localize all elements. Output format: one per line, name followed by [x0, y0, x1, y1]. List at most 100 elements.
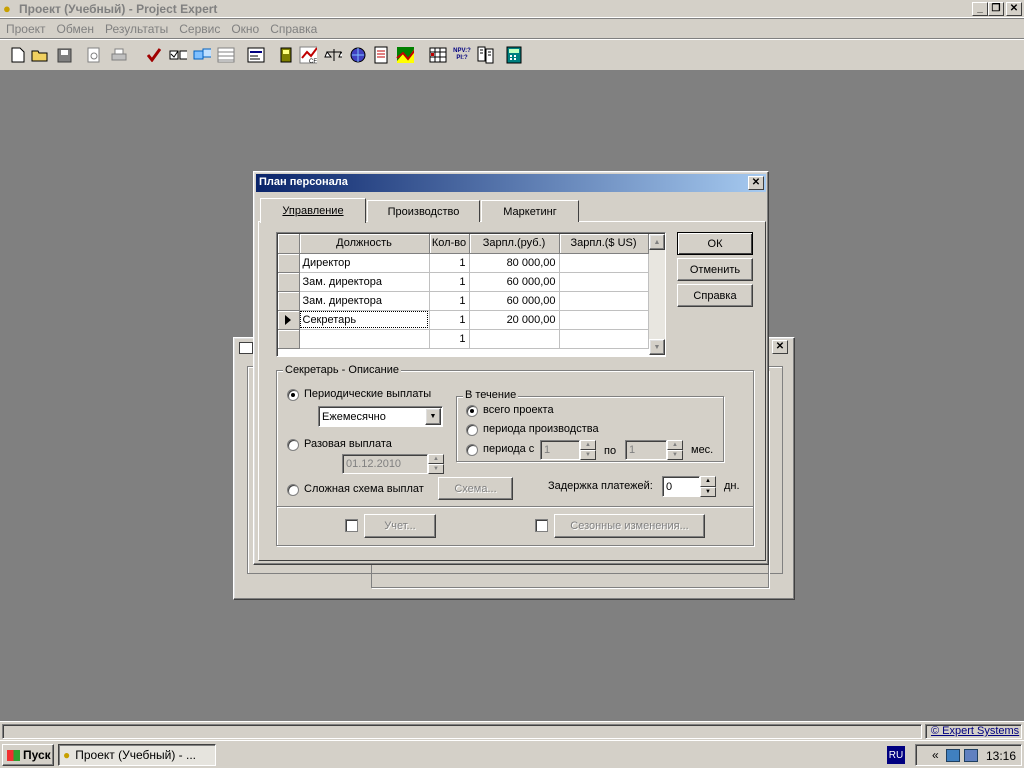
- table-row[interactable]: Директор 1 80 000,00: [278, 253, 649, 273]
- period-select[interactable]: Ежемесячно ▼: [318, 406, 443, 427]
- spin-up-icon[interactable]: ▲: [580, 440, 596, 450]
- tab-marketing[interactable]: Маркетинг: [481, 200, 579, 222]
- cell-position[interactable]: [299, 329, 430, 349]
- cell-salary-usd[interactable]: [559, 272, 649, 292]
- menu-results[interactable]: Результаты: [105, 22, 168, 36]
- start-button[interactable]: Пуск: [2, 744, 54, 766]
- minimize-button[interactable]: _: [972, 2, 988, 16]
- menu-exchange[interactable]: Обмен: [57, 22, 95, 36]
- seasonal-changes-button[interactable]: Сезонные изменения...: [554, 514, 705, 538]
- one-time-payment-label[interactable]: Разовая выплата: [304, 438, 392, 450]
- one-time-payment-radio[interactable]: [287, 439, 299, 451]
- menu-help[interactable]: Справка: [270, 22, 317, 36]
- menu-window[interactable]: Окно: [231, 22, 259, 36]
- menu-service[interactable]: Сервис: [179, 22, 220, 36]
- table-row-selected[interactable]: Секретарь 1 20 000,00: [278, 310, 649, 330]
- cell-qty[interactable]: 1: [429, 272, 470, 292]
- row-indicator-current[interactable]: [278, 310, 300, 330]
- dialog-close-button[interactable]: ✕: [748, 176, 764, 190]
- preview-icon[interactable]: [85, 46, 103, 64]
- globe-icon[interactable]: [349, 46, 367, 64]
- spin-down-icon[interactable]: ▼: [580, 450, 596, 460]
- grid-scrollbar[interactable]: ▲ ▼: [649, 234, 665, 355]
- payment-delay-field[interactable]: 0: [662, 476, 700, 497]
- cell-salary-usd[interactable]: [559, 291, 649, 311]
- network-icon[interactable]: [946, 749, 960, 762]
- scroll-up-button[interactable]: ▲: [649, 234, 665, 250]
- chart-icon[interactable]: [396, 46, 414, 64]
- cell-salary-usd[interactable]: [559, 329, 649, 349]
- during-production-radio[interactable]: [466, 424, 478, 436]
- seasonal-checkbox[interactable]: [535, 519, 548, 532]
- dialog-title-bar[interactable]: План персонала ✕: [256, 174, 766, 192]
- complex-scheme-label[interactable]: Сложная схема выплат: [304, 483, 424, 495]
- balance-icon[interactable]: [324, 46, 342, 64]
- cell-salary-rub[interactable]: 60 000,00: [469, 272, 560, 292]
- check-icon[interactable]: [145, 46, 163, 64]
- scheme-button[interactable]: Схема...: [438, 477, 513, 500]
- col-header-salary-usd[interactable]: Зарпл.($ US): [559, 234, 649, 254]
- restore-button[interactable]: ❐: [988, 2, 1004, 16]
- cell-qty[interactable]: 1: [429, 310, 470, 330]
- during-whole-project-label[interactable]: всего проекта: [483, 404, 554, 416]
- help-button[interactable]: Справка: [677, 284, 753, 307]
- docs-icon[interactable]: [477, 46, 495, 64]
- monitor-icon[interactable]: [964, 749, 978, 762]
- cell-position[interactable]: Зам. директора: [299, 272, 430, 292]
- table-row[interactable]: Зам. директора 1 60 000,00: [278, 291, 649, 311]
- row-indicator[interactable]: [278, 329, 300, 349]
- cell-position[interactable]: Секретарь: [299, 310, 430, 330]
- account-button[interactable]: Учет...: [364, 514, 436, 538]
- period-to-field[interactable]: 1: [625, 440, 667, 460]
- spin-down-icon[interactable]: ▼: [700, 486, 716, 497]
- clock[interactable]: 13:16: [986, 749, 1016, 763]
- chevron-down-icon[interactable]: ▼: [425, 408, 441, 425]
- col-header-qty[interactable]: Кол-во: [429, 234, 470, 254]
- complex-scheme-radio[interactable]: [287, 484, 299, 496]
- cell-salary-rub[interactable]: 80 000,00: [469, 253, 560, 273]
- cell-qty[interactable]: 1: [429, 329, 470, 349]
- cell-qty[interactable]: 1: [429, 291, 470, 311]
- cell-qty[interactable]: 1: [429, 253, 470, 273]
- link-icon[interactable]: [193, 46, 211, 64]
- open-icon[interactable]: [31, 46, 49, 64]
- table-row[interactable]: 1: [278, 329, 649, 349]
- col-header-salary-rub[interactable]: Зарпл.(руб.): [469, 234, 560, 254]
- cell-salary-rub[interactable]: 60 000,00: [469, 291, 560, 311]
- cell-salary-usd[interactable]: [559, 310, 649, 330]
- close-button[interactable]: ✕: [1006, 2, 1022, 16]
- expert-systems-link[interactable]: © Expert Systems: [931, 725, 1019, 737]
- spin-up-icon[interactable]: ▲: [428, 454, 444, 464]
- save-icon[interactable]: [55, 46, 73, 64]
- cell-salary-rub[interactable]: [469, 329, 560, 349]
- cell-position[interactable]: Директор: [299, 253, 430, 273]
- table-icon[interactable]: [217, 46, 235, 64]
- ok-button[interactable]: ОК: [677, 232, 753, 255]
- during-period-from-label[interactable]: периода с: [483, 443, 534, 455]
- during-period-from-radio[interactable]: [466, 444, 478, 456]
- spin-down-icon[interactable]: ▼: [667, 450, 683, 460]
- one-time-date-field[interactable]: 01.12.2010: [342, 454, 428, 474]
- book-icon[interactable]: [277, 46, 295, 64]
- tray-chevron-icon[interactable]: «: [932, 748, 939, 762]
- during-production-label[interactable]: периода производства: [483, 423, 599, 435]
- screen-icon[interactable]: [247, 46, 265, 64]
- period-to-spinner[interactable]: ▲ ▼: [667, 440, 683, 460]
- app-title-bar[interactable]: ● Проект (Учебный) - Project Expert _ ❐ …: [0, 0, 1024, 18]
- one-time-date-spinner[interactable]: ▲ ▼: [428, 454, 444, 474]
- tab-management[interactable]: Управление: [260, 198, 366, 223]
- cell-salary-usd[interactable]: [559, 253, 649, 273]
- table-row[interactable]: Зам. директора 1 60 000,00: [278, 272, 649, 292]
- periodic-payments-label[interactable]: Периодические выплаты: [304, 388, 431, 400]
- scroll-down-button[interactable]: ▼: [649, 339, 665, 355]
- cell-position[interactable]: Зам. директора: [299, 291, 430, 311]
- lang-indicator[interactable]: RU: [887, 746, 905, 764]
- menu-project[interactable]: Проект: [6, 22, 46, 36]
- payment-delay-spinner[interactable]: ▲ ▼: [700, 476, 716, 497]
- cell-salary-rub[interactable]: 20 000,00: [469, 310, 560, 330]
- row-indicator[interactable]: [278, 272, 300, 292]
- spin-up-icon[interactable]: ▲: [667, 440, 683, 450]
- background-window-close-button[interactable]: ✕: [772, 340, 788, 354]
- staff-table[interactable]: Должность Кол-во Зарпл.(руб.) Зарпл.($ U…: [278, 234, 649, 349]
- cashflow-icon[interactable]: CF: [299, 46, 317, 64]
